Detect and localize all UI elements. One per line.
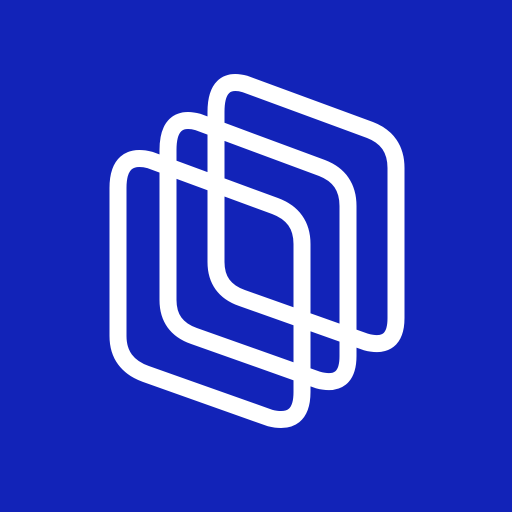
app-icon-canvas: [0, 0, 512, 512]
stacked-layers-logo-icon: [0, 0, 512, 512]
background: [0, 0, 512, 512]
